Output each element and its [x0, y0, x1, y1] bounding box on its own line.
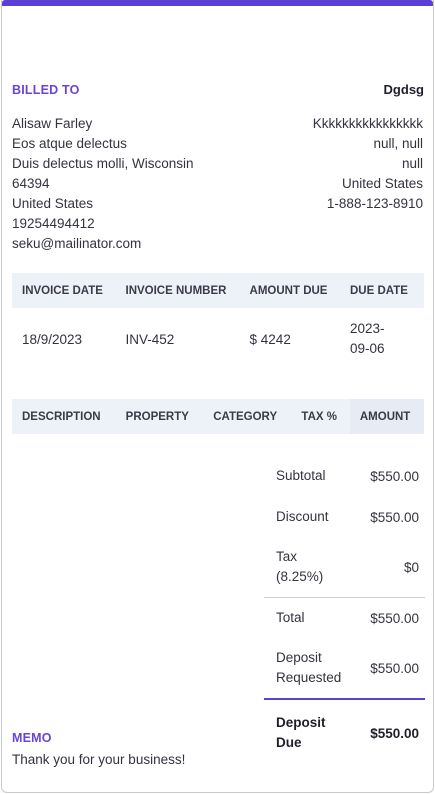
total-row: Total $550.00 — [264, 598, 425, 638]
deposit-requested-value: $550.00 — [370, 660, 419, 676]
memo-label: MEMO — [12, 731, 52, 745]
client-zip: 64394 — [12, 176, 50, 191]
subtotal-value: $550.00 — [370, 468, 419, 484]
client-country: United States — [12, 196, 94, 211]
discount-label: Discount — [276, 509, 329, 524]
deposit-due-line1: Deposit — [276, 715, 326, 730]
company-address-line: Kkkkkkkkkkkkkkkk — [312, 116, 423, 131]
client-city-state: Duis delectus molli, Wisconsin — [12, 156, 194, 171]
due-date-value: 2023- 09-06 — [340, 308, 424, 370]
company-phone: 1-888-123-8910 — [326, 196, 423, 211]
tax-percent-header: TAX % — [291, 399, 350, 434]
subtotal-label: Subtotal — [276, 468, 326, 483]
due-date-line1: 2023- — [350, 321, 385, 336]
company-name: Dgdsg — [383, 82, 424, 97]
total-value: $550.00 — [370, 610, 419, 626]
amount-due-value: $ 4242 — [249, 331, 291, 347]
totals-panel: Subtotal $550.00 Discount $550.00 Tax (8… — [264, 455, 425, 766]
due-date-line2: 09-06 — [350, 341, 385, 356]
invoice-number-header: INVOICE NUMBER — [115, 273, 240, 308]
invoice-number-value: INV-452 — [125, 331, 175, 347]
discount-row: Discount $550.00 — [264, 497, 425, 537]
tax-label-line2: (8.25%) — [276, 569, 324, 584]
invoice-date-header: INVOICE DATE — [12, 273, 116, 308]
deposit-due-label: Deposit Due — [276, 713, 326, 753]
tax-row: Tax (8.25%) $0 — [264, 537, 425, 597]
property-header: PROPERTY — [115, 399, 204, 434]
company-city-state: null, null — [373, 136, 423, 151]
client-name: Alisaw Farley — [12, 116, 93, 131]
billed-header: BILLED TO Dgdsg — [12, 82, 424, 97]
due-date-header: DUE DATE — [340, 273, 424, 308]
company-address: Kkkkkkkkkkkkkkkk null, null null United … — [313, 114, 423, 214]
description-header: DESCRIPTION — [12, 399, 116, 434]
deposit-due-row: Deposit Due $550.00 — [264, 700, 425, 766]
discount-value: $550.00 — [370, 509, 419, 525]
amount-due-header: AMOUNT DUE — [239, 273, 340, 308]
tax-label: Tax (8.25%) — [276, 547, 323, 587]
deposit-due-value: $550.00 — [370, 725, 419, 741]
category-header: CATEGORY — [203, 399, 292, 434]
items-header-row: DESCRIPTION PROPERTY CATEGORY TAX % AMOU… — [12, 399, 424, 434]
client-address: Alisaw Farley Eos atque delectus Duis de… — [12, 114, 194, 254]
client-phone: 19254494412 — [12, 216, 95, 231]
accent-bar — [2, 0, 433, 6]
line-items-table: DESCRIPTION PROPERTY CATEGORY TAX % AMOU… — [12, 399, 424, 434]
deposit-requested-line1: Deposit — [276, 650, 322, 665]
memo-text: Thank you for your business! — [12, 752, 186, 767]
company-country: United States — [341, 176, 423, 191]
subtotal-row: Subtotal $550.00 — [264, 455, 425, 497]
invoice-date-value: 18/9/2023 — [22, 331, 83, 347]
tax-label-line1: Tax — [276, 549, 298, 564]
deposit-requested-label: Deposit Requested — [276, 648, 341, 688]
client-address-line: Eos atque delectus — [12, 136, 127, 151]
tax-value: $0 — [403, 559, 419, 575]
deposit-requested-row: Deposit Requested $550.00 — [264, 638, 425, 698]
company-zip: null — [401, 156, 423, 171]
total-label: Total — [276, 610, 305, 625]
deposit-due-line2: Due — [276, 735, 302, 750]
deposit-requested-line2: Requested — [276, 670, 342, 685]
invoice-card: BILLED TO Dgdsg Alisaw Farley Eos atque … — [1, 0, 434, 793]
meta-value-row: 18/9/2023 INV-452 $ 4242 2023- 09-06 — [12, 308, 424, 370]
billed-to-label: BILLED TO — [12, 82, 80, 97]
client-email: seku@mailinator.com — [12, 236, 142, 251]
meta-header-row: INVOICE DATE INVOICE NUMBER AMOUNT DUE D… — [12, 273, 424, 308]
amount-header: AMOUNT — [349, 399, 424, 434]
invoice-meta-table: INVOICE DATE INVOICE NUMBER AMOUNT DUE D… — [12, 273, 424, 370]
